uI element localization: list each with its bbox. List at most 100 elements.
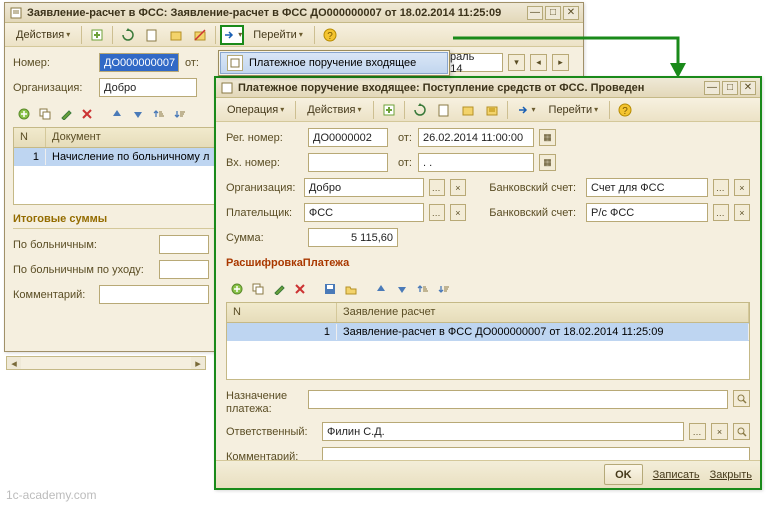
ok-button[interactable]: OK [604, 464, 643, 485]
popup-item-incoming-payment[interactable]: Платежное поручение входящее [220, 52, 448, 74]
row-copy-icon[interactable] [249, 280, 267, 298]
unpost-icon[interactable] [189, 25, 211, 45]
navigate-icon[interactable]: ▾ [512, 100, 540, 120]
reg-no-field[interactable]: ДО0000002 [308, 128, 388, 147]
org-field[interactable]: Добро [99, 78, 197, 97]
svg-text:?: ? [622, 106, 628, 117]
by-sick-field[interactable] [159, 235, 209, 254]
navigate-icon[interactable]: ▾ [220, 25, 244, 45]
help-icon[interactable]: ? [614, 100, 636, 120]
calendar-button[interactable]: ▦ [539, 154, 556, 171]
responsible-label: Ответственный: [226, 426, 316, 438]
row-delete-icon[interactable] [291, 280, 309, 298]
in-date-field[interactable]: . . [418, 153, 534, 172]
bank2-clear-button[interactable]: × [734, 204, 750, 221]
bank2-select-button[interactable]: … [713, 204, 729, 221]
minimize-button[interactable]: — [527, 6, 543, 20]
maximize-button[interactable]: □ [545, 6, 561, 20]
row-add-icon[interactable] [15, 105, 33, 123]
add-icon[interactable] [86, 25, 108, 45]
post-icon[interactable] [457, 100, 479, 120]
close-button[interactable]: ✕ [563, 6, 579, 20]
details-grid[interactable]: N Заявление расчет 1 Заявление-расчет в … [226, 302, 750, 380]
details-title: РасшифровкаПлатежа [226, 253, 750, 272]
payer-select-button[interactable]: … [429, 204, 445, 221]
sort-desc-icon[interactable] [435, 280, 453, 298]
bank1-select-button[interactable]: … [713, 179, 729, 196]
operation-menu[interactable]: Операция▾ [220, 100, 291, 120]
maximize-button[interactable]: □ [722, 81, 738, 95]
by-sick-care-field[interactable] [159, 260, 209, 279]
row-add-icon[interactable] [228, 280, 246, 298]
purpose-lookup-button[interactable] [733, 390, 750, 407]
save-icon[interactable] [321, 280, 339, 298]
actions-menu[interactable]: Действия▾ [300, 100, 368, 120]
in-no-field[interactable] [308, 153, 388, 172]
org-select-button[interactable]: … [429, 179, 445, 196]
col-n[interactable]: N [14, 128, 46, 147]
sort-desc-icon[interactable] [171, 105, 189, 123]
period-next-button[interactable]: ▸ [552, 54, 569, 71]
date-field[interactable]: 26.02.2014 11:00:00 [418, 128, 534, 147]
scroll-left-icon[interactable]: ◂ [7, 357, 21, 369]
responsible-field[interactable]: Филин С.Д. [322, 422, 684, 441]
period-dropdown-button[interactable]: ▾ [508, 54, 525, 71]
horizontal-scrollbar[interactable]: ◂ ▸ [6, 356, 206, 370]
responsible-lookup-button[interactable] [733, 423, 750, 440]
titlebar[interactable]: Заявление-расчет в ФСС: Заявление-расчет… [5, 3, 583, 23]
new-doc-icon[interactable] [433, 100, 455, 120]
sort-asc-icon[interactable] [414, 280, 432, 298]
row-down-icon[interactable] [129, 105, 147, 123]
document-icon [9, 6, 23, 20]
org-field[interactable]: Добро [304, 178, 424, 197]
payer-field[interactable]: ФСС [304, 203, 424, 222]
row-up-icon[interactable] [372, 280, 390, 298]
col-application[interactable]: Заявление расчет [337, 303, 749, 322]
refresh-icon[interactable] [117, 25, 139, 45]
add-icon[interactable] [378, 100, 400, 120]
new-doc-icon[interactable] [141, 25, 163, 45]
actions-menu[interactable]: Действия▾ [9, 25, 77, 45]
calendar-button[interactable]: ▦ [539, 129, 556, 146]
minimize-button[interactable]: — [704, 81, 720, 95]
table-row[interactable]: 1 Заявление-расчет в ФСС ДО000000007 от … [227, 323, 749, 341]
sum-field[interactable]: 5 115,60 [308, 228, 398, 247]
close-button[interactable]: ✕ [740, 81, 756, 95]
refresh-icon[interactable] [409, 100, 431, 120]
sort-asc-icon[interactable] [150, 105, 168, 123]
close-link[interactable]: Закрыть [710, 469, 752, 481]
col-n[interactable]: N [227, 303, 337, 322]
bank2-field[interactable]: Р/с ФСС [586, 203, 708, 222]
from-label: от: [398, 132, 412, 144]
write-link[interactable]: Записать [653, 469, 700, 481]
scroll-right-icon[interactable]: ▸ [191, 357, 205, 369]
number-field[interactable]: ДО000000007 [99, 53, 179, 72]
toolbar: Действия▾ ▾ Перейти▾ ? [5, 23, 583, 47]
row-copy-icon[interactable] [36, 105, 54, 123]
help-icon[interactable]: ? [319, 25, 341, 45]
titlebar[interactable]: Платежное поручение входящее: Поступлени… [216, 78, 760, 98]
org-clear-button[interactable]: × [450, 179, 466, 196]
bank1-clear-button[interactable]: × [734, 179, 750, 196]
responsible-select-button[interactable]: … [689, 423, 706, 440]
responsible-clear-button[interactable]: × [711, 423, 728, 440]
post-icon[interactable] [165, 25, 187, 45]
row-up-icon[interactable] [108, 105, 126, 123]
purpose-field[interactable] [308, 390, 728, 409]
comment-field[interactable] [99, 285, 209, 304]
period-prev-button[interactable]: ◂ [530, 54, 547, 71]
scroll-track[interactable] [21, 357, 191, 369]
payer-clear-button[interactable]: × [450, 204, 466, 221]
row-down-icon[interactable] [393, 280, 411, 298]
bank1-label: Банковский счет: [489, 182, 580, 194]
bank1-field[interactable]: Счет для ФСС [586, 178, 708, 197]
row-edit-icon[interactable] [57, 105, 75, 123]
row-edit-icon[interactable] [270, 280, 288, 298]
org-label: Организация: [13, 82, 93, 94]
row-delete-icon[interactable] [78, 105, 96, 123]
postings-icon[interactable] [481, 100, 503, 120]
goto-menu[interactable]: Перейти▾ [246, 25, 310, 45]
open-icon[interactable] [342, 280, 360, 298]
popup-item-label: Платежное поручение входящее [249, 57, 416, 69]
goto-menu[interactable]: Перейти▾ [542, 100, 606, 120]
